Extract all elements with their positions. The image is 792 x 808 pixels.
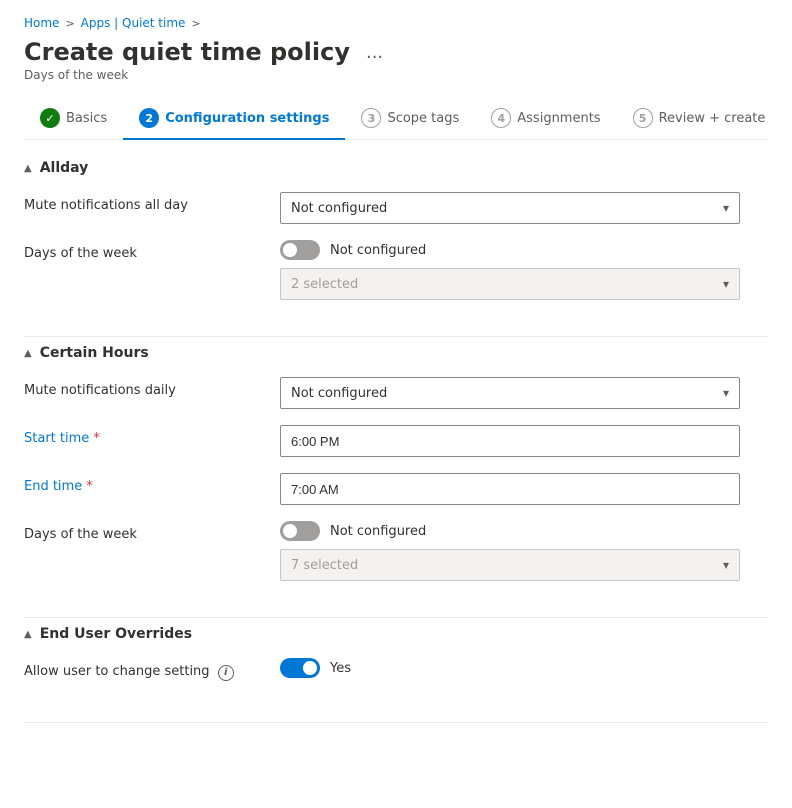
more-options-button[interactable]: ... bbox=[360, 40, 389, 65]
tabs-nav: ✓ Basics 2 Configuration settings 3 Scop… bbox=[24, 98, 768, 140]
allday-days-arrow: ▾ bbox=[723, 277, 729, 291]
section-allday: ▲ Allday Mute notifications all day Not … bbox=[24, 160, 768, 337]
allday-days-row: Days of the week Not configured 2 select… bbox=[24, 240, 768, 300]
tab-scope-badge: 3 bbox=[361, 108, 381, 128]
certain-days-toggle-label: Not configured bbox=[330, 524, 426, 539]
page-header: Create quiet time policy ... bbox=[24, 38, 768, 66]
tab-assignments[interactable]: 4 Assignments bbox=[475, 98, 616, 140]
tab-assignments-label: Assignments bbox=[517, 111, 600, 126]
certain-start-control bbox=[280, 425, 740, 457]
allow-change-toggle[interactable] bbox=[280, 658, 320, 678]
allday-mute-dropdown[interactable]: Not configured ▾ bbox=[280, 192, 740, 224]
section-end-user: ▲ End User Overrides Allow user to chang… bbox=[24, 626, 768, 723]
certain-days-dropdown[interactable]: 7 selected ▾ bbox=[280, 549, 740, 581]
allday-mute-row: Mute notifications all day Not configure… bbox=[24, 192, 768, 224]
tab-configuration[interactable]: 2 Configuration settings bbox=[123, 98, 345, 140]
allday-mute-arrow: ▾ bbox=[723, 201, 729, 215]
allow-change-info-icon[interactable]: i bbox=[218, 665, 234, 681]
breadcrumb-sep1: > bbox=[65, 17, 74, 30]
tab-review-label: Review + create bbox=[659, 111, 766, 126]
certain-days-row: Days of the week Not configured 7 select… bbox=[24, 521, 768, 581]
page-title: Create quiet time policy bbox=[24, 38, 350, 66]
tab-configuration-badge: 2 bbox=[139, 108, 159, 128]
section-certain-hours: ▲ Certain Hours Mute notifications daily… bbox=[24, 345, 768, 618]
allow-change-toggle-row: Yes bbox=[280, 658, 740, 678]
page-subtitle: Days of the week bbox=[24, 68, 768, 82]
section-certain-hours-header[interactable]: ▲ Certain Hours bbox=[24, 345, 768, 361]
certain-start-row: Start time * bbox=[24, 425, 768, 457]
section-allday-header[interactable]: ▲ Allday bbox=[24, 160, 768, 176]
allow-change-control: Yes bbox=[280, 658, 740, 686]
tab-basics-badge: ✓ bbox=[40, 108, 60, 128]
tab-review-badge: 5 bbox=[633, 108, 653, 128]
certain-mute-row: Mute notifications daily Not configured … bbox=[24, 377, 768, 409]
allday-days-track bbox=[280, 240, 320, 260]
certain-days-arrow: ▾ bbox=[723, 558, 729, 572]
breadcrumb-apps[interactable]: Apps | Quiet time bbox=[81, 16, 186, 30]
certain-start-input[interactable] bbox=[280, 425, 740, 457]
allday-days-selected: 2 selected bbox=[291, 277, 358, 292]
certain-days-thumb bbox=[283, 524, 297, 538]
certain-days-control: Not configured 7 selected ▾ bbox=[280, 521, 740, 581]
tab-review[interactable]: 5 Review + create bbox=[617, 98, 782, 140]
certain-mute-control: Not configured ▾ bbox=[280, 377, 740, 409]
breadcrumb: Home > Apps | Quiet time > bbox=[24, 16, 768, 30]
section-allday-chevron: ▲ bbox=[24, 163, 32, 174]
allow-change-label: Allow user to change setting i bbox=[24, 658, 264, 681]
allow-change-thumb bbox=[303, 661, 317, 675]
certain-days-toggle[interactable] bbox=[280, 521, 320, 541]
allday-days-label: Days of the week bbox=[24, 240, 264, 261]
allday-days-thumb bbox=[283, 243, 297, 257]
tab-scope-label: Scope tags bbox=[387, 111, 459, 126]
certain-end-control bbox=[280, 473, 740, 505]
section-certain-hours-title: Certain Hours bbox=[40, 345, 149, 361]
breadcrumb-home[interactable]: Home bbox=[24, 16, 59, 30]
tab-configuration-label: Configuration settings bbox=[165, 111, 329, 126]
certain-days-label: Days of the week bbox=[24, 521, 264, 542]
allday-mute-control: Not configured ▾ bbox=[280, 192, 740, 224]
certain-start-label: Start time * bbox=[24, 425, 264, 446]
section-end-user-title: End User Overrides bbox=[40, 626, 192, 642]
certain-mute-dropdown[interactable]: Not configured ▾ bbox=[280, 377, 740, 409]
end-required-star: * bbox=[86, 479, 93, 494]
certain-days-toggle-row: Not configured bbox=[280, 521, 740, 541]
certain-end-row: End time * bbox=[24, 473, 768, 505]
allow-change-row: Allow user to change setting i Yes bbox=[24, 658, 768, 686]
certain-end-label: End time * bbox=[24, 473, 264, 494]
allow-change-toggle-label: Yes bbox=[330, 661, 351, 676]
tab-scope[interactable]: 3 Scope tags bbox=[345, 98, 475, 140]
allday-days-toggle[interactable] bbox=[280, 240, 320, 260]
certain-mute-value: Not configured bbox=[291, 386, 387, 401]
allday-days-toggle-row: Not configured bbox=[280, 240, 740, 260]
certain-mute-arrow: ▾ bbox=[723, 386, 729, 400]
breadcrumb-sep2: > bbox=[191, 17, 200, 30]
start-required-star: * bbox=[93, 431, 100, 446]
allday-days-control: Not configured 2 selected ▾ bbox=[280, 240, 740, 300]
content-area: ▲ Allday Mute notifications all day Not … bbox=[24, 140, 768, 751]
certain-mute-label: Mute notifications daily bbox=[24, 377, 264, 398]
allday-mute-value: Not configured bbox=[291, 201, 387, 216]
allday-mute-label: Mute notifications all day bbox=[24, 192, 264, 213]
certain-days-selected: 7 selected bbox=[291, 558, 358, 573]
section-allday-title: Allday bbox=[40, 160, 89, 176]
tab-assignments-badge: 4 bbox=[491, 108, 511, 128]
allday-days-dropdown[interactable]: 2 selected ▾ bbox=[280, 268, 740, 300]
section-certain-hours-chevron: ▲ bbox=[24, 348, 32, 359]
allow-change-track bbox=[280, 658, 320, 678]
tab-basics-label: Basics bbox=[66, 111, 107, 126]
allday-days-toggle-label: Not configured bbox=[330, 243, 426, 258]
tab-basics[interactable]: ✓ Basics bbox=[24, 98, 123, 140]
section-end-user-header[interactable]: ▲ End User Overrides bbox=[24, 626, 768, 642]
section-end-user-chevron: ▲ bbox=[24, 629, 32, 640]
certain-days-track bbox=[280, 521, 320, 541]
certain-end-input[interactable] bbox=[280, 473, 740, 505]
